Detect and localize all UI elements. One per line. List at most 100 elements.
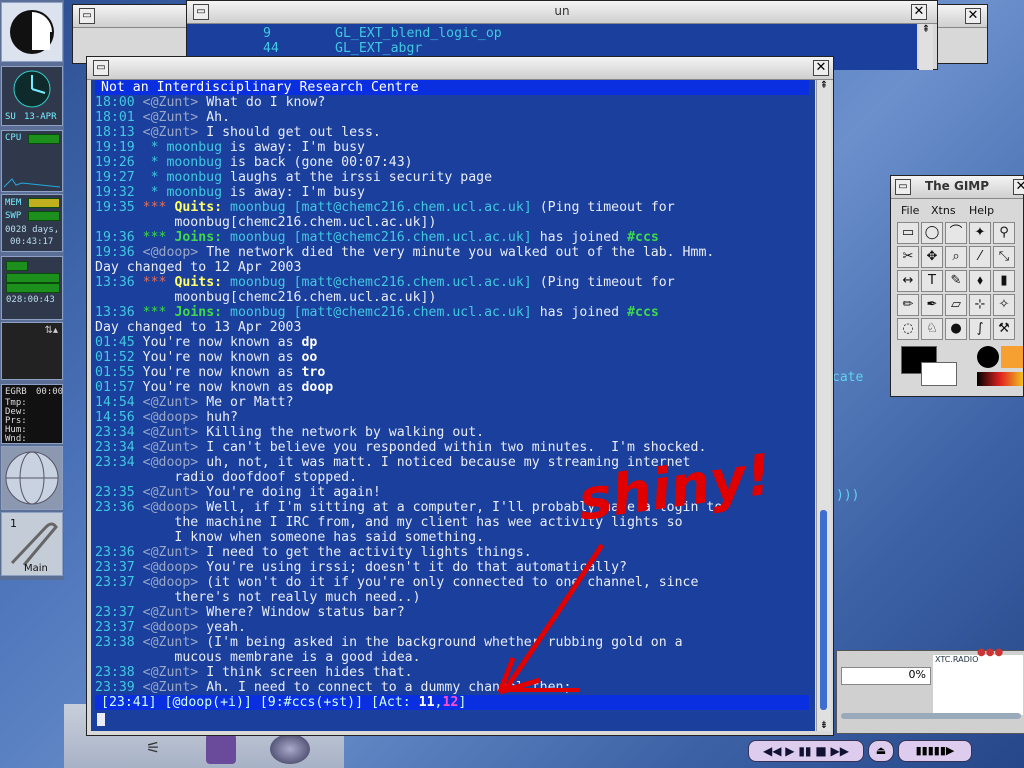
message-text: is away: I'm busy — [230, 140, 365, 155]
applet-arrows-icon: ⇅▴ — [44, 325, 58, 336]
nick: <@doop> — [142, 455, 199, 470]
un-window-titlebar[interactable]: ▭ un ✕ — [187, 1, 937, 24]
nick: <@doop> — [142, 410, 199, 425]
nick: <@doop> — [142, 500, 199, 515]
un-window-scrollbar[interactable]: ⇞ — [919, 24, 933, 70]
message-line: mucous membrane is a good idea. — [95, 650, 420, 665]
taskbar-app-1[interactable]: ⚟ — [146, 738, 176, 764]
gimp-tool-icon[interactable]: ✒ — [921, 294, 943, 316]
message-line: radio doofdoof stopped. — [95, 470, 357, 485]
net-bar-2 — [6, 273, 60, 283]
gradient-preview[interactable] — [977, 372, 1023, 386]
dock-globe[interactable] — [1, 446, 63, 510]
xmms-player[interactable]: 0% XTC.RADIO ●●● — [836, 647, 1024, 734]
dock-mem-monitor[interactable]: MEM SWP 0028 days, 00:43:17 — [1, 194, 63, 252]
eject-button[interactable]: ⏏ — [868, 740, 894, 762]
timestamp: 14:54 — [95, 395, 135, 410]
un-window-close-button[interactable]: ✕ — [911, 4, 927, 20]
timestamp: 23:34 — [95, 425, 135, 440]
taskbar-app-2[interactable] — [206, 734, 236, 764]
dock-cpu-monitor[interactable]: CPU — [1, 130, 63, 192]
dock-clock[interactable]: SU 13-APR — [1, 66, 63, 126]
scroll-up-icon[interactable]: ⇞ — [919, 24, 933, 35]
gimp-tool-icon[interactable]: ✂ — [897, 246, 919, 268]
volume-slider[interactable]: ▮▮▮▮▮▶ — [898, 740, 972, 762]
gimp-tool-icon[interactable]: ⌒ — [945, 222, 967, 244]
gimp-menu-file[interactable]: File — [901, 204, 919, 217]
gimp-tool-icon[interactable]: ∫ — [969, 318, 991, 340]
timestamp: 19:36 — [95, 230, 135, 245]
brush-preview[interactable] — [977, 346, 999, 368]
message-line: 23:35 <@Zunt> You're doing it again! — [95, 485, 381, 500]
window-buttons-icon[interactable]: ●●● — [977, 647, 1003, 658]
status-time: [23:41] — [101, 695, 157, 710]
message-continuation: the machine I IRC from, and my client ha… — [174, 515, 683, 530]
irssi-scrollbar[interactable]: ⇞ ⇟ — [816, 80, 831, 731]
message-continuation: moonbug[chemc216.chem.ucl.ac.uk]) — [174, 215, 437, 230]
gimp-tool-icon[interactable]: ⁄ — [969, 246, 991, 268]
gimp-tool-icon[interactable]: ⚲ — [993, 222, 1015, 244]
gimp-menu-xtns[interactable]: Xtns — [931, 204, 956, 217]
gimp-menu-help[interactable]: Help — [969, 204, 994, 217]
new-nick: dp — [301, 335, 318, 350]
gimp-tool-icon[interactable]: ✦ — [969, 222, 991, 244]
gimp-tool-icon[interactable]: ⌕ — [945, 246, 967, 268]
gimp-tool-icon[interactable]: ⚒ — [993, 318, 1015, 340]
irssi-titlebar[interactable]: ▭ ✕ — [87, 57, 833, 80]
new-nick: doop — [301, 380, 334, 395]
input-cursor[interactable] — [97, 713, 105, 726]
taskbar-app-3[interactable] — [270, 734, 310, 764]
scroll-up-icon[interactable]: ⇞ — [817, 80, 831, 91]
gimp-tool-icon[interactable]: ▭ — [897, 222, 919, 244]
dock-logo[interactable] — [1, 2, 63, 62]
irssi-window[interactable]: ▭ ✕ Not an Interdisciplinary Research Ce… — [86, 56, 834, 736]
gimp-tool-icon[interactable]: ✧ — [993, 294, 1015, 316]
pattern-preview[interactable] — [1001, 346, 1023, 368]
dock-weather[interactable]: EGRB 00:00 Tmp: Dew: Prs: Hum: Wnd: — [1, 384, 63, 444]
nick-change-text: You're now known as — [142, 365, 294, 380]
message-line: I know when someone has said something. — [95, 530, 484, 545]
gimp-tool-icon[interactable]: T — [921, 270, 943, 292]
gimp-tool-icon[interactable]: ⬧ — [969, 270, 991, 292]
irssi-minimize-button[interactable]: ▭ — [93, 60, 109, 76]
gimp-tool-icon[interactable]: ▮ — [993, 270, 1015, 292]
scroll-thumb[interactable] — [820, 510, 827, 710]
gimp-toolbox[interactable]: ▭ The GIMP ✕ File Xtns Help ▭ ◯ ⌒ ✦ ⚲ ✂ ✥ ⌕ ⁄ ⤡ ↔ T… — [890, 175, 1024, 397]
irssi-close-button[interactable]: ✕ — [813, 60, 829, 76]
message-text: laughs at the irssi security page — [230, 170, 493, 185]
gimp-tool-icon[interactable]: ⤡ — [993, 246, 1015, 268]
dock: SU 13-APR CPU MEM SWP 0028 days, 00:43:1… — [0, 0, 64, 580]
un-line-num-1: 44 — [263, 41, 279, 56]
xmms-seek-bar[interactable] — [841, 713, 1021, 719]
gimp-tool-icon[interactable]: ◯ — [921, 222, 943, 244]
playback-controls[interactable]: ◀◀ ▶ ▮▮ ■ ▶▶ — [748, 740, 864, 762]
irssi-terminal[interactable]: Not an Interdisciplinary Research Centre… — [91, 80, 815, 731]
gimp-tool-icon[interactable]: ↔ — [897, 270, 919, 292]
dock-net-monitor[interactable]: 028:00:43 — [1, 256, 63, 320]
weather-time: 00:00 — [36, 387, 64, 397]
timestamp: 23:36 — [95, 500, 135, 515]
gimp-tool-icon[interactable]: ✥ — [921, 246, 943, 268]
gimp-tool-icon[interactable]: ✎ — [945, 270, 967, 292]
message-line: 18:00 <@Zunt> What do I know? — [95, 95, 325, 110]
gimp-tool-icon[interactable]: ● — [945, 318, 967, 340]
quit-label: Quits: — [174, 275, 223, 290]
dock-workspace-clip[interactable]: 1 Main — [1, 512, 63, 576]
gimp-tool-icon[interactable]: ◌ — [897, 318, 919, 340]
timestamp: 23:39 — [95, 680, 135, 695]
gimp-tool-icon[interactable]: ♘ — [921, 318, 943, 340]
background-color-swatch[interactable] — [921, 362, 957, 386]
gimp-tool-icon[interactable]: ⊹ — [969, 294, 991, 316]
message-line: moonbug[chemc216.chem.ucl.ac.uk]) — [95, 290, 436, 305]
gimp-tool-icon[interactable]: ✏ — [897, 294, 919, 316]
event-nick: moonbug — [230, 305, 286, 320]
timestamp: 18:01 — [95, 110, 135, 125]
globe-icon — [5, 451, 59, 505]
gimp-tool-icon[interactable]: ▱ — [945, 294, 967, 316]
gimp-close-button[interactable]: ✕ — [1013, 179, 1024, 195]
back-window-minimize-button[interactable]: ▭ — [79, 8, 95, 24]
scroll-down-icon[interactable]: ⇟ — [817, 720, 831, 731]
dock-blank-applet[interactable]: ⇅▴ — [1, 322, 63, 380]
gimp-titlebar[interactable]: ▭ The GIMP ✕ — [891, 176, 1024, 199]
nick: <@Zunt> — [142, 395, 199, 410]
